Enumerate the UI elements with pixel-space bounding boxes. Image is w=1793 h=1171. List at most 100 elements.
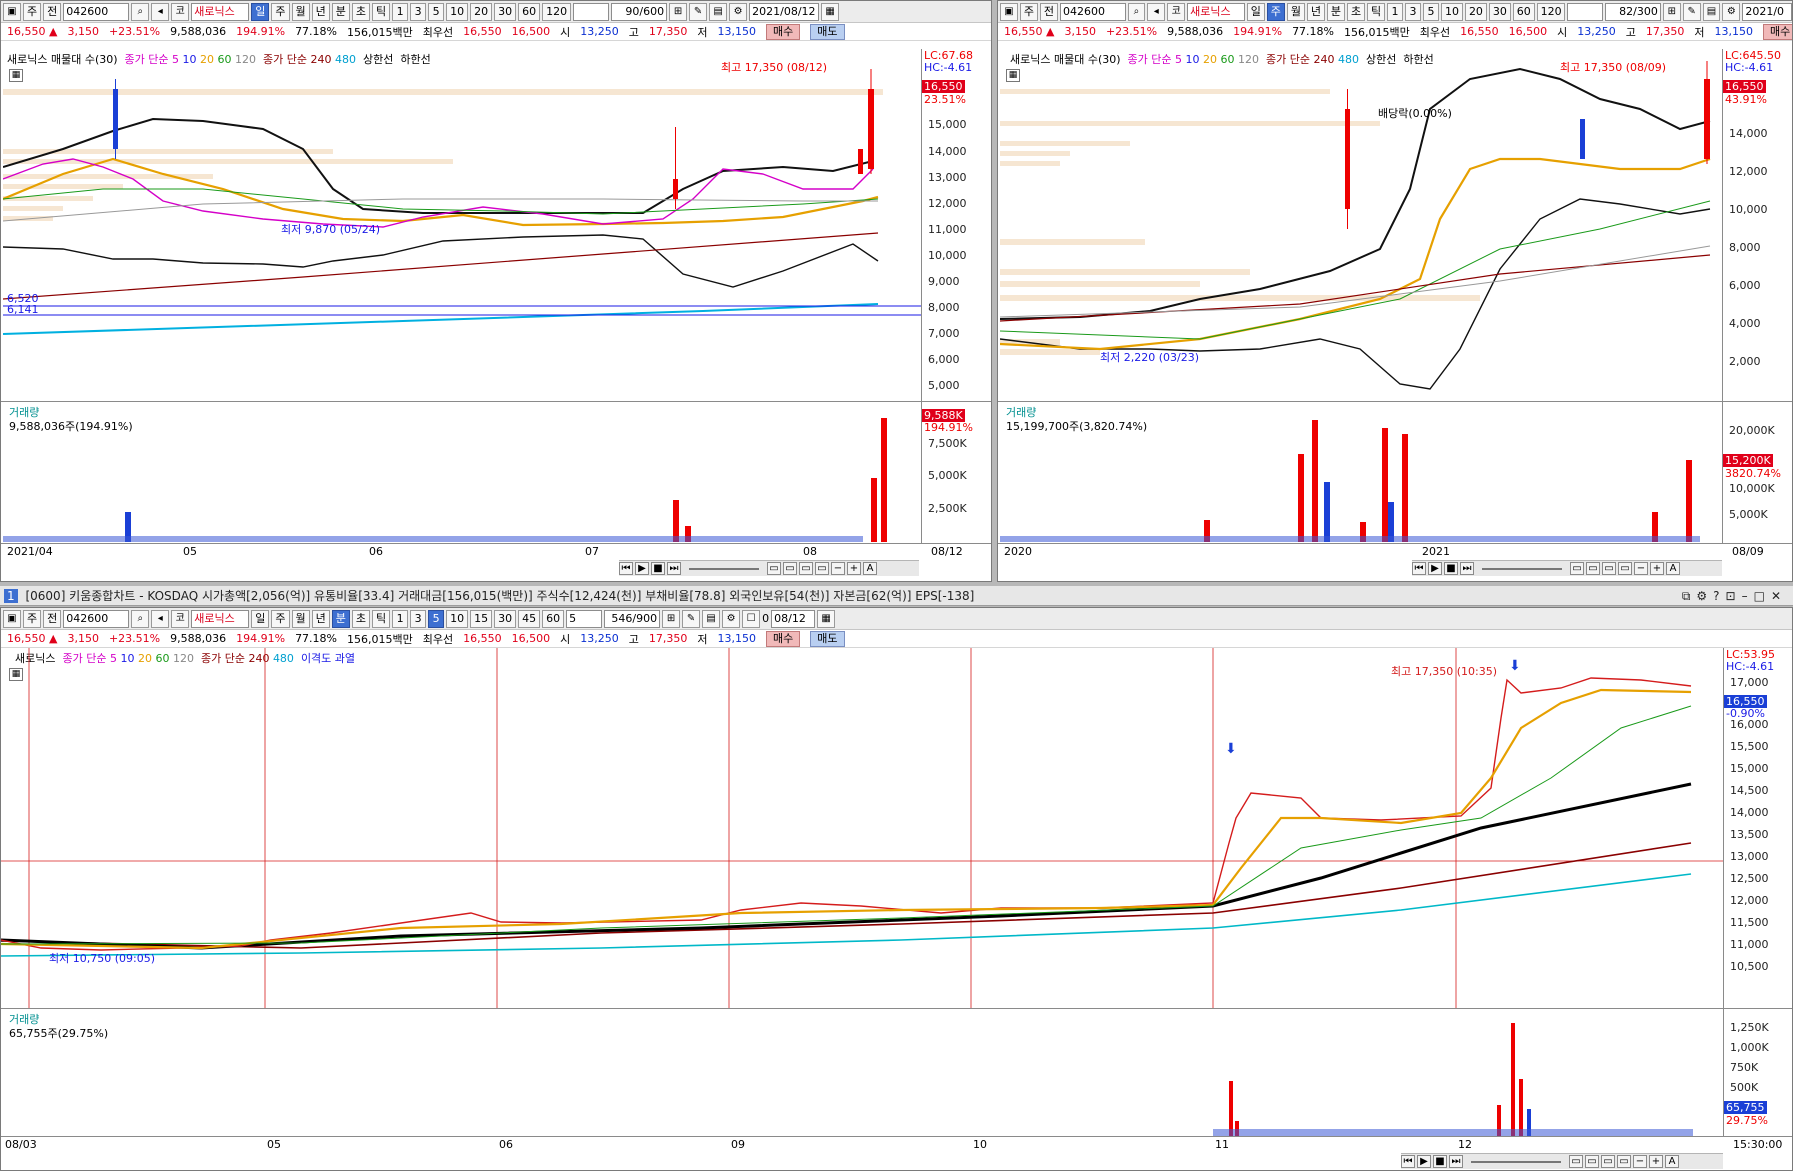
auto-scale-button[interactable]: A [1665,1155,1679,1168]
zoom-in-button[interactable]: + [1650,562,1664,575]
stock-code-input[interactable]: 042600 [63,609,130,628]
grid-icon[interactable]: ⊞ [1662,2,1681,21]
period-year-tab[interactable]: 년 [1306,2,1325,21]
layout-icon[interactable]: ▭ [1602,562,1616,575]
interval-5[interactable]: 5 [428,2,445,21]
zoom-in-button[interactable]: + [847,562,861,575]
period-tick-tab[interactable]: 틱 [372,2,391,21]
interval-60[interactable]: 60 [542,609,565,628]
restore-icon[interactable]: ⧉ [1682,589,1697,603]
sell-button[interactable]: 매도 [810,630,845,647]
scroll-last-button[interactable]: ⏭ [1449,1155,1463,1168]
stock-name-field[interactable]: 새로닉스 [1187,2,1245,21]
scroll-stop-button[interactable]: ■ [1444,562,1458,575]
window-menu-icon[interactable]: ▣ [1000,2,1018,21]
stock-name-field[interactable]: 새로닉스 [191,609,250,628]
interval-120[interactable]: 120 [542,2,572,21]
stock-code-input[interactable]: 042600 [63,2,130,21]
stock-code-input[interactable]: 042600 [1059,2,1126,21]
gear-icon[interactable]: ⚙ [1722,2,1741,21]
gear-icon[interactable]: ⚙ [729,2,748,21]
calendar-icon[interactable]: ▦ [817,609,836,628]
data-count-field[interactable]: 546/900 [604,609,661,628]
buy-button[interactable]: 매수 [1763,23,1792,40]
period-second-tab[interactable]: 초 [351,2,370,21]
period-month-tab[interactable]: 월 [291,609,310,628]
search-icon[interactable]: ⌕ [131,2,150,21]
interval-30[interactable]: 30 [494,2,517,21]
help-icon[interactable]: ? [1713,589,1725,603]
period-day-tab[interactable]: 일 [251,609,270,628]
period-month-tab[interactable]: 월 [291,2,310,21]
zoom-in-button[interactable]: + [1649,1155,1663,1168]
scroll-last-button[interactable]: ⏭ [1460,562,1474,575]
zoom-slider[interactable] [689,567,759,570]
interval-120[interactable]: 120 [1536,2,1566,21]
draw-tool-icon[interactable]: ✎ [682,609,701,628]
interval-10[interactable]: 10 [1441,2,1463,21]
layout-icon[interactable]: ▭ [1617,1155,1631,1168]
scroll-play-button[interactable]: ▶ [1417,1155,1431,1168]
scroll-stop-button[interactable]: ■ [651,562,665,575]
interval-3[interactable]: 3 [1405,2,1422,21]
window-menu-icon[interactable]: ▣ [3,609,21,628]
period-second-tab[interactable]: 초 [351,609,370,628]
interval-3[interactable]: 3 [410,2,427,21]
period-year-tab[interactable]: 년 [311,609,330,628]
interval-60[interactable]: 60 [518,2,541,21]
market-select[interactable]: 전 [43,609,62,628]
layout-icon[interactable]: ▭ [799,562,813,575]
grid-icon[interactable]: ⊞ [662,609,681,628]
period-second-tab[interactable]: 초 [1346,2,1365,21]
period-week-tab[interactable]: 주 [1266,2,1285,21]
market-code-icon[interactable]: 코 [171,2,190,21]
scroll-play-button[interactable]: ▶ [635,562,649,575]
close-icon[interactable]: ✕ [1771,589,1787,603]
interval-10[interactable]: 10 [446,609,469,628]
scroll-stop-button[interactable]: ■ [1433,1155,1447,1168]
type-select[interactable]: 주 [23,609,42,628]
draw-tool-icon[interactable]: ✎ [1682,2,1701,21]
interval-10[interactable]: 10 [446,2,469,21]
market-select[interactable]: 전 [43,2,62,21]
minimize-icon[interactable]: – [1742,589,1754,603]
interval-5[interactable]: 5 [1423,2,1440,21]
zoom-slider[interactable] [1471,1160,1561,1163]
interval-1[interactable]: 1 [392,609,409,628]
period-tick-tab[interactable]: 틱 [1367,2,1386,21]
custom-interval-input[interactable]: 5 [566,609,603,628]
period-month-tab[interactable]: 월 [1286,2,1305,21]
save-icon[interactable]: ▤ [702,609,721,628]
interval-15[interactable]: 15 [470,609,493,628]
type-select[interactable]: 주 [23,2,42,21]
layout-icon[interactable]: ▭ [767,562,781,575]
zoom-out-button[interactable]: − [831,562,845,575]
save-icon[interactable]: ▤ [1702,2,1721,21]
scroll-first-button[interactable]: ⏮ [1412,562,1426,575]
interval-5[interactable]: 5 [428,609,445,628]
auto-scale-button[interactable]: A [1666,562,1680,575]
period-year-tab[interactable]: 년 [311,2,330,21]
speaker-icon[interactable]: ◂ [1147,2,1166,21]
gear-icon[interactable]: ⚙ [722,609,741,628]
type-select[interactable]: 주 [1019,2,1038,21]
scroll-first-button[interactable]: ⏮ [1401,1155,1415,1168]
layout-icon[interactable]: ▭ [1618,562,1632,575]
settings-icon[interactable]: ⚙ [1696,589,1713,603]
zoom-out-button[interactable]: − [1634,562,1648,575]
layout-icon[interactable]: ▭ [1586,562,1600,575]
interval-30[interactable]: 30 [494,609,517,628]
layout-icon[interactable]: ▭ [783,562,797,575]
interval-20[interactable]: 20 [470,2,493,21]
stock-name-field[interactable]: 새로닉스 [191,2,250,21]
period-minute-tab[interactable]: 분 [1326,2,1345,21]
checkbox[interactable]: ☐ [742,609,761,628]
speaker-icon[interactable]: ◂ [151,2,170,21]
market-code-icon[interactable]: 코 [1167,2,1186,21]
market-select[interactable]: 전 [1039,2,1058,21]
market-code-icon[interactable]: 코 [171,609,190,628]
maximize-icon[interactable]: □ [1754,589,1771,603]
scroll-first-button[interactable]: ⏮ [619,562,633,575]
buy-button[interactable]: 매수 [766,630,801,647]
zoom-slider[interactable] [1482,567,1562,570]
